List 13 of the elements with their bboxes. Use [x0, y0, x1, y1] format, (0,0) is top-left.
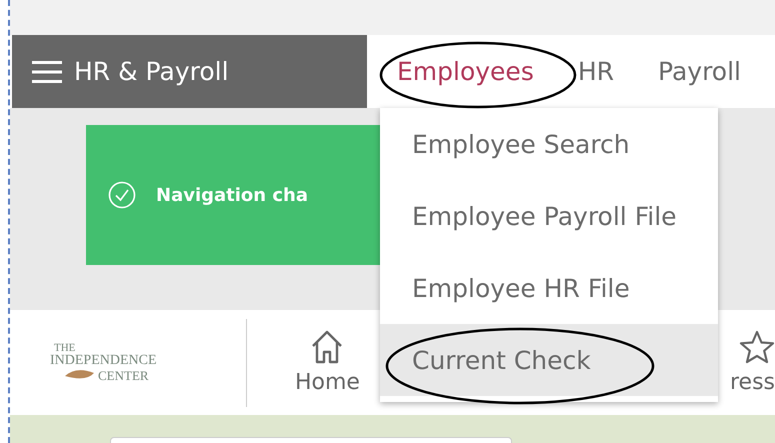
- logo-text: CENTER: [98, 368, 149, 382]
- menu-item[interactable]: Employee HR File: [380, 252, 718, 324]
- menu-item[interactable]: Current Check: [380, 324, 718, 396]
- logo-text: INDEPENDENCE: [50, 354, 158, 368]
- toolbar-label[interactable]: ress: [730, 370, 775, 395]
- nav-link[interactable]: Payroll: [658, 57, 741, 86]
- menu-item[interactable]: Employee Search: [380, 108, 718, 180]
- nav-link[interactable]: HR: [578, 57, 614, 86]
- app-title: HR & Payroll: [74, 57, 229, 86]
- banner-message: Navigation cha: [156, 184, 308, 206]
- logo-text: THE: [54, 343, 76, 354]
- menu-item[interactable]: Employee Payroll File: [380, 180, 718, 252]
- toolbar-label[interactable]: Home: [295, 370, 360, 395]
